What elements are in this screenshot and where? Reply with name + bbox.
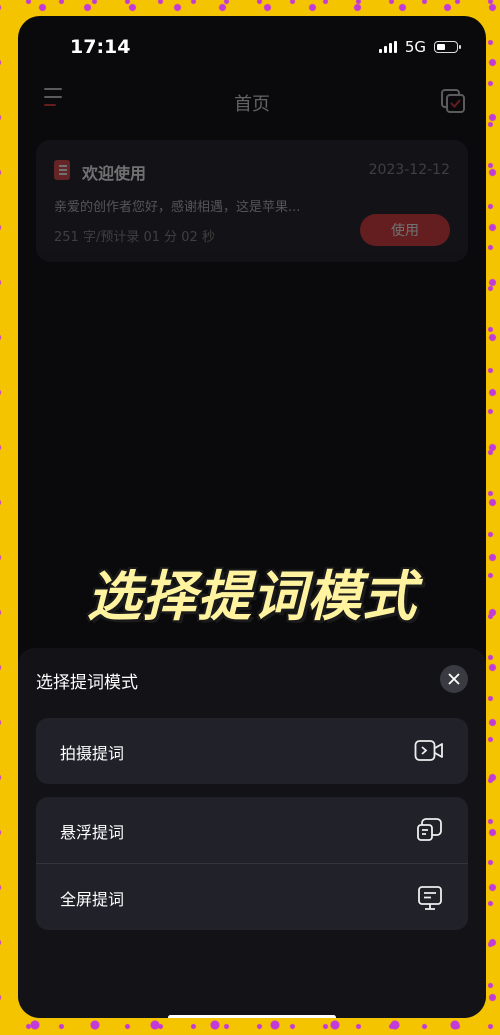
option-group-capture: 拍摄提词	[36, 718, 468, 784]
close-icon	[448, 673, 460, 685]
option-capture-prompt[interactable]: 拍摄提词	[36, 718, 468, 784]
floating-window-icon	[417, 818, 442, 841]
sheet-title: 选择提词模式	[36, 673, 138, 693]
monitor-text-icon	[418, 886, 442, 910]
close-button[interactable]	[440, 665, 468, 693]
card-date: 2023-12-12	[368, 162, 450, 178]
signal-icon	[378, 41, 397, 53]
script-card[interactable]: 欢迎使用 2023-12-12 亲爱的创作者您好，感谢相遇，这是苹果... 25…	[36, 140, 468, 262]
use-button[interactable]: 使用	[360, 214, 450, 246]
multi-select-icon[interactable]	[440, 88, 466, 114]
caption-overlay: 选择提词模式	[87, 565, 417, 628]
mode-bottom-sheet: 选择提词模式 拍摄提词 悬浮提词 全屏提词	[18, 648, 486, 1018]
option-label: 拍摄提词	[60, 744, 125, 763]
card-meta: 251 字/预计录 01 分 02 秒	[54, 230, 215, 245]
home-indicator	[168, 1015, 336, 1018]
phone-screen: 17:14 5G 首页 欢迎使用 2023-12-12 亲爱的创作者您好，感谢相…	[18, 16, 486, 1018]
document-icon	[54, 160, 70, 180]
status-bar: 17:14 5G	[18, 16, 486, 76]
option-label: 全屏提词	[60, 890, 125, 909]
network-label: 5G	[404, 38, 426, 56]
option-label: 悬浮提词	[60, 823, 125, 842]
status-indicators: 5G	[378, 38, 461, 56]
top-nav: 首页	[18, 80, 486, 124]
page-title: 首页	[234, 94, 270, 115]
option-floating-prompt[interactable]: 悬浮提词	[36, 797, 468, 863]
card-title: 欢迎使用	[82, 164, 147, 183]
status-time: 17:14	[70, 36, 131, 58]
option-fullscreen-prompt[interactable]: 全屏提词	[36, 864, 468, 930]
video-camera-icon	[414, 740, 443, 761]
card-description: 亲爱的创作者您好，感谢相遇，这是苹果...	[54, 200, 301, 215]
option-group-display: 悬浮提词 全屏提词	[36, 797, 468, 930]
battery-icon	[434, 41, 461, 53]
